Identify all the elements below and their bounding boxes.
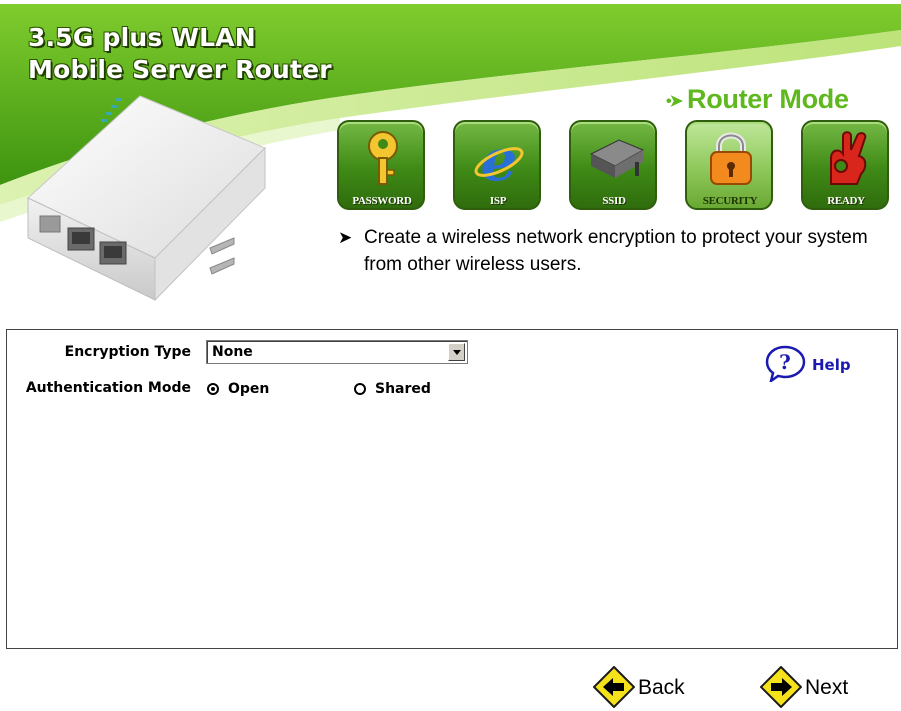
chevron-down-icon[interactable] — [448, 343, 465, 361]
header-banner: 3.5G plus WLAN Mobile Server Router •➤ Ro… — [0, 0, 901, 330]
back-button[interactable]: Back — [593, 666, 703, 710]
step-description: ➤ Create a wireless network encryption t… — [338, 224, 878, 278]
step-label: PASSWORD — [352, 195, 412, 207]
encryption-type-value: None — [212, 344, 253, 360]
router-mode-text: Router Mode — [687, 84, 849, 114]
encryption-type-select[interactable]: None — [206, 340, 468, 364]
step-label: SECURITY — [702, 195, 758, 207]
step-label: SSID — [602, 195, 626, 207]
step-password[interactable]: PASSWORD — [337, 120, 427, 212]
ok-hand-icon — [830, 131, 867, 185]
auth-mode-open-label: Open — [228, 381, 270, 397]
product-title-line2: Mobile Server Router — [28, 55, 332, 84]
access-point-device-icon — [589, 139, 645, 178]
step-label: READY — [827, 195, 865, 207]
padlock-icon — [710, 132, 752, 185]
radio-unchecked-icon — [354, 383, 366, 395]
radio-checked-icon — [207, 383, 219, 395]
product-title-line1: 3.5G plus WLAN — [28, 23, 256, 52]
help-link[interactable]: ? Help — [765, 344, 865, 382]
step-ssid[interactable]: SSID — [569, 120, 659, 212]
step-isp[interactable]: e ISP — [453, 120, 543, 212]
router-mode-label: •➤ Router Mode — [666, 84, 849, 115]
product-title: 3.5G plus WLAN Mobile Server Router — [28, 22, 332, 86]
back-label: Back — [638, 676, 685, 699]
help-question-bubble-icon: ? — [765, 345, 806, 382]
settings-panel: Encryption Type None Authentication Mode… — [6, 329, 898, 649]
wizard-steps: PASSWORD e ISP SSID SECURITY READY — [337, 120, 891, 215]
description-text: Create a wireless network encryption to … — [364, 227, 868, 275]
router-device-icon — [27, 95, 266, 302]
key-icon — [368, 131, 398, 185]
svg-text:?: ? — [779, 350, 791, 374]
next-label: Next — [805, 676, 849, 699]
step-label: ISP — [489, 195, 507, 207]
double-arrow-bullet-icon: •➤ — [666, 92, 683, 110]
next-button[interactable]: Next — [760, 666, 870, 710]
auth-mode-shared-label: Shared — [375, 381, 431, 397]
arrow-right-icon — [760, 666, 802, 708]
arrow-bullet-icon: ➤ — [338, 228, 353, 247]
help-label: Help — [812, 356, 851, 374]
step-ready[interactable]: READY — [801, 120, 891, 212]
internet-explorer-icon: e — [474, 128, 524, 190]
arrow-left-icon — [593, 666, 635, 708]
step-security[interactable]: SECURITY — [685, 120, 775, 212]
encryption-type-label: Encryption Type — [64, 344, 191, 360]
authentication-mode-label: Authentication Mode — [25, 380, 191, 396]
